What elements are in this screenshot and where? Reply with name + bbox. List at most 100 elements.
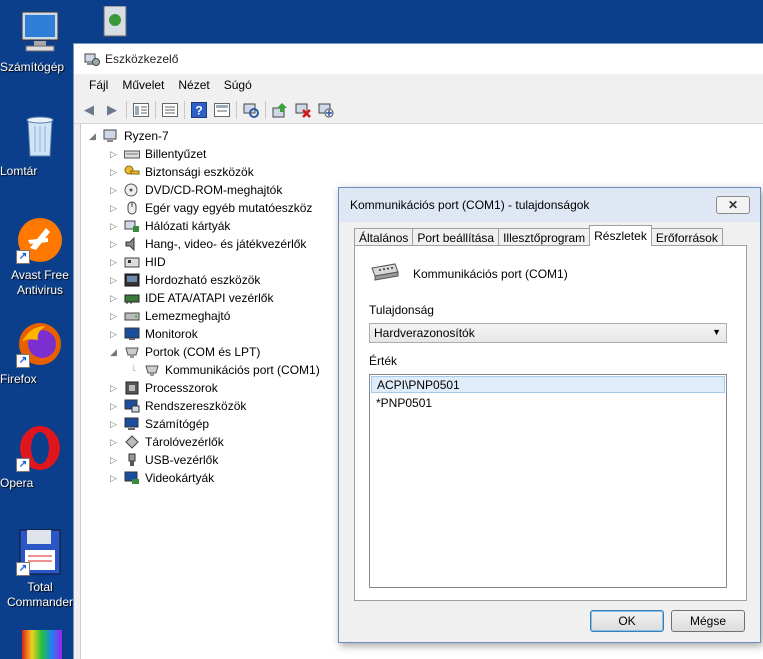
tree-item-network-adapters[interactable]: ▷ Hálózati kártyák [110,217,230,235]
update-driver-icon[interactable] [271,101,289,119]
ok-button[interactable]: OK [590,610,664,632]
partial-desktop-icon-top[interactable] [94,5,134,40]
dialog-titlebar[interactable]: Kommunikációs port (COM1) - tulajdonságo… [339,188,760,222]
tree-item-mouse[interactable]: ▷ Egér vagy egyéb mutatóeszköz [110,199,312,217]
floppy-disk-icon: ↗ [16,528,64,576]
tree-root[interactable]: ◢ Ryzen-7 [89,127,169,145]
desktop-icon-total-commander[interactable]: ↗ Total Commander [0,528,80,609]
tree-item-portable-devices[interactable]: ▷ Hordozható eszközök [110,271,260,289]
close-button[interactable]: ✕ [716,196,750,214]
help-icon[interactable]: ? [190,101,208,119]
list-item[interactable]: ACPI\PNP0501 [371,376,725,393]
tree-item-usb-controllers[interactable]: ▷ USB-vezérlők [110,451,218,469]
tree-item-dvd-drives[interactable]: ▷ DVD/CD-ROM-meghajtók [110,181,282,199]
menu-action[interactable]: Művelet [115,78,171,92]
expand-arrow-icon[interactable]: ▷ [110,419,120,430]
tree-item-hid[interactable]: ▷ HID [110,253,166,271]
device-name: Kommunikációs port (COM1) [413,266,568,281]
expand-arrow-icon[interactable]: ▷ [110,203,120,214]
expand-arrow-icon[interactable]: ▷ [110,401,120,412]
opera-icon: ↗ [16,424,64,472]
key-icon [124,165,140,179]
list-item[interactable]: *PNP0501 [371,394,725,411]
desktop-icon-computer[interactable]: Számítógép [0,8,80,74]
window-titlebar[interactable]: Eszközkezelő [74,44,763,74]
expand-arrow-icon[interactable]: ▷ [110,455,120,466]
collapse-arrow-icon[interactable]: ◢ [110,347,120,358]
expand-arrow-icon[interactable]: ▷ [110,167,120,178]
partial-desktop-icon[interactable] [22,630,62,659]
storage-controller-icon [124,435,140,449]
expand-arrow-icon[interactable]: ▷ [110,383,120,394]
value-list[interactable]: ACPI\PNP0501 *PNP0501 [369,374,727,588]
tab-details[interactable]: Részletek [589,225,652,246]
desktop-icon-avast[interactable]: ↗ Avast Free Antivirus [0,216,80,297]
forward-arrow-icon[interactable]: ▶ [103,101,121,119]
tree-item-system-devices[interactable]: ▷ Rendszereszközök [110,397,246,415]
collapse-arrow-icon[interactable]: ◢ [89,131,99,142]
tree-item-storage-controllers[interactable]: ▷ Tárolóvezérlők [110,433,224,451]
expand-arrow-icon[interactable]: ▷ [110,329,120,340]
computer-icon [124,417,140,431]
portable-device-icon [124,273,140,287]
recycle-bin-icon [16,112,64,160]
usb-icon [124,453,140,467]
menu-help[interactable]: Súgó [217,78,259,92]
close-icon: ✕ [727,198,739,212]
tree-item-computer[interactable]: ▷ Számítógép [110,415,209,433]
keyboard-icon [124,147,140,161]
avast-icon: ↗ [16,216,64,264]
property-select-value: Hardverazonosítók [374,326,475,340]
tree-item-ide-controllers[interactable]: ▷ IDE ATA/ATAPI vezérlők [110,289,273,307]
properties-icon[interactable] [161,101,179,119]
expand-arrow-icon[interactable]: ▷ [110,437,120,448]
menu-file[interactable]: Fájl [82,78,115,92]
tree-item-keyboard[interactable]: ▷ Billentyűzet [110,145,206,163]
expand-arrow-icon[interactable]: ▷ [110,221,120,232]
menu-view[interactable]: Nézet [171,78,216,92]
tree-item-security-devices[interactable]: ▷ Biztonsági eszközök [110,163,254,181]
property-select[interactable]: Hardverazonosítók ▼ [369,323,727,343]
desktop-icon-firefox[interactable]: ↗ Firefox [0,320,80,386]
enable-device-icon[interactable] [317,101,335,119]
properties-dialog: Kommunikációs port (COM1) - tulajdonságo… [338,187,761,643]
tree-item-monitors[interactable]: ▷ Monitorok [110,325,198,343]
tree-item-processors[interactable]: ▷ Processzorok [110,379,218,397]
tree-item-sound-video[interactable]: ▷ Hang-, video- és játékvezérlők [110,235,306,253]
desktop-icon-recycle-bin[interactable]: Lomtár [0,112,80,178]
show-hide-tree-icon[interactable] [132,101,150,119]
tree-item-disk-drives[interactable]: ▷ Lemezmeghajtó [110,307,230,325]
speaker-icon [124,237,140,251]
expand-arrow-icon[interactable]: ▷ [110,257,120,268]
expand-arrow-icon[interactable]: ▷ [110,275,120,286]
tree-item-ports[interactable]: ◢ Portok (COM és LPT) [110,343,260,361]
tree-item-display-adapters[interactable]: ▷ Videokártyák [110,469,214,487]
computer-icon [16,8,64,56]
tab-strip: Általános Port beállítása Illesztőprogra… [354,225,723,246]
tab-resources[interactable]: Erőforrások [650,228,723,246]
menu-bar: Fájl Művelet Nézet Súgó [74,74,763,96]
action-view-icon[interactable] [213,101,231,119]
expand-arrow-icon[interactable]: ▷ [110,293,120,304]
tab-general[interactable]: Általános [354,228,414,246]
expand-arrow-icon[interactable]: ▷ [110,239,120,250]
desktop-icon-opera[interactable]: ↗ Opera [0,424,80,490]
controller-icon [124,291,140,305]
dialog-title: Kommunikációs port (COM1) - tulajdonságo… [350,198,590,212]
tab-driver[interactable]: Illesztőprogram [498,228,591,246]
network-adapter-icon [124,219,140,233]
system-device-icon [124,399,140,413]
tree-root-label: Ryzen-7 [124,129,169,143]
cancel-button[interactable]: Mégse [671,610,745,632]
expand-arrow-icon[interactable]: ▷ [110,311,120,322]
back-arrow-icon[interactable]: ◀ [80,101,98,119]
chevron-down-icon: ▼ [712,327,721,337]
hid-icon [124,255,140,269]
tree-item-com1-port[interactable]: └ Kommunikációs port (COM1) [130,361,320,379]
tab-port-settings[interactable]: Port beállítása [412,228,500,246]
expand-arrow-icon[interactable]: ▷ [110,149,120,160]
uninstall-device-icon[interactable] [294,101,312,119]
expand-arrow-icon[interactable]: ▷ [110,473,120,484]
scan-hardware-icon[interactable] [242,101,260,119]
expand-arrow-icon[interactable]: ▷ [110,185,120,196]
